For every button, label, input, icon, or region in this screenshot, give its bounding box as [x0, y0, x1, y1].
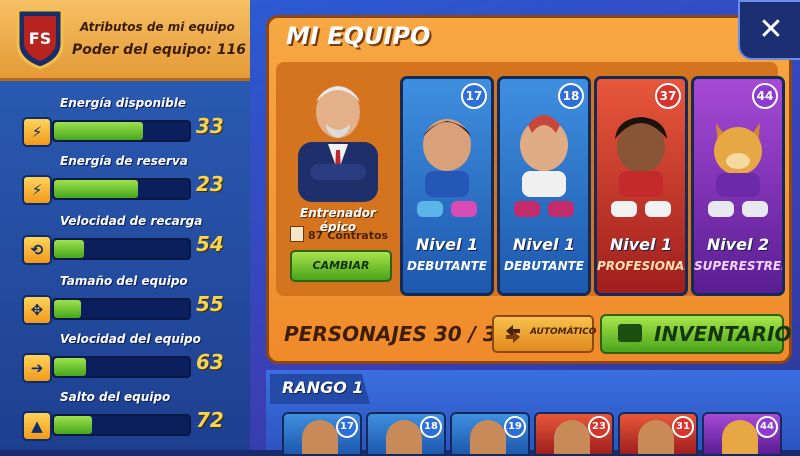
player-power-badge: 17: [461, 83, 487, 109]
attr-value: 54: [196, 232, 224, 256]
character-head: [386, 420, 422, 454]
player-power-badge: 37: [655, 83, 681, 109]
attr-label: Energía de reserva: [60, 154, 188, 168]
character-head: [638, 420, 674, 454]
character-head: [722, 420, 758, 454]
team-size-icon: ✥: [22, 295, 52, 325]
attr-value: 23: [196, 172, 224, 196]
player-power-badge: 18: [558, 83, 584, 109]
player-level: Nivel 2: [706, 235, 770, 254]
attr-bar-fill: [54, 180, 138, 198]
character-power-badge: 17: [336, 416, 358, 438]
page-title: MI EQUIPO: [286, 22, 431, 50]
attr-bar-fill: [54, 358, 87, 376]
rank-character-card[interactable]: 17: [282, 412, 362, 456]
attr-bar: [52, 238, 191, 260]
auto-arrange-button[interactable]: AUTOMÁTICO: [492, 315, 597, 353]
player-card[interactable]: 44 Nivel 2 SUPERESTRELLA: [691, 76, 785, 296]
attr-bar-fill: [54, 122, 144, 140]
attr-label: Tamaño del equipo: [60, 274, 188, 288]
attr-label: Velocidad del equipo: [60, 332, 201, 346]
player-avatar: [708, 123, 768, 217]
attr-bar: [52, 178, 191, 200]
attr-bar: [52, 298, 191, 320]
character-power-badge: 18: [420, 416, 442, 438]
svg-text:FS: FS: [29, 29, 51, 48]
close-icon: ✕: [758, 12, 784, 47]
swap-arrows-icon: [506, 325, 520, 343]
rank-character-card[interactable]: 18: [366, 412, 446, 456]
attr-reserve-energy: Energía de reserva ⚡ 23: [0, 148, 250, 206]
inventory-label: INVENTARIO: [654, 322, 792, 346]
contract-icon: [290, 226, 304, 242]
auto-arrange-label: AUTOMÁTICO: [530, 327, 597, 337]
recharge-icon: ⟲: [22, 235, 52, 265]
player-avatar: [611, 117, 671, 217]
player-level: Nivel 1: [609, 235, 673, 254]
character-power-badge: 19: [504, 416, 526, 438]
attr-label: Energía disponible: [60, 96, 186, 110]
player-rarity: DEBUTANTE: [503, 259, 584, 273]
rank-character-card[interactable]: 44: [702, 412, 782, 456]
player-level: Nivel 1: [415, 235, 479, 254]
character-power-badge: 23: [588, 416, 610, 438]
inventory-button[interactable]: INVENTARIO: [600, 314, 791, 354]
player-rarity: PROFESIONAL: [597, 259, 688, 273]
character-head: [554, 420, 590, 454]
player-rarity: DEBUTANTE: [406, 259, 487, 273]
bolt-icon: ⚡: [22, 175, 52, 205]
attr-bar-fill: [54, 240, 84, 258]
team-shield-emblem: FS: [16, 8, 64, 70]
speed-icon: ➔: [22, 353, 52, 383]
attr-label: Salto del equipo: [60, 390, 171, 404]
coach-contracts: 87 Contratos: [290, 226, 400, 242]
team-attributes-title: Atributos de mi equipo: [80, 20, 235, 34]
character-head: [302, 420, 338, 454]
rank-label: RANGO 1: [282, 378, 364, 397]
attr-value: 72: [196, 408, 224, 432]
close-button[interactable]: ✕: [738, 0, 800, 60]
player-avatar: [417, 119, 477, 217]
attr-value: 63: [196, 350, 224, 374]
attr-bar: [52, 356, 191, 378]
attr-team-jump: Salto del equipo ▲ 72: [0, 384, 250, 442]
attr-bar-fill: [54, 300, 81, 318]
attr-team-speed: Velocidad del equipo ➔ 63: [0, 326, 250, 384]
change-coach-button[interactable]: CAMBIAR: [290, 250, 392, 282]
player-card[interactable]: 18 Nivel 1 DEBUTANTE: [497, 76, 591, 296]
player-card[interactable]: 17 Nivel 1 DEBUTANTE: [400, 76, 494, 296]
player-level: Nivel 1: [512, 235, 576, 254]
player-card[interactable]: 37 Nivel 1 PROFESIONAL: [594, 76, 688, 296]
attr-bar: [52, 120, 191, 142]
briefcase-icon: [618, 324, 642, 342]
attr-bar: [52, 414, 191, 436]
rank-character-card[interactable]: 31: [618, 412, 698, 456]
bolt-icon: ⚡: [22, 117, 52, 147]
coach-contracts-label: 87 Contratos: [308, 229, 389, 242]
attr-value: 55: [196, 292, 224, 316]
attr-bar-fill: [54, 416, 92, 434]
character-power-badge: 31: [672, 416, 694, 438]
jump-icon: ▲: [22, 411, 52, 441]
player-power-badge: 44: [752, 83, 778, 109]
character-power-badge: 44: [756, 416, 778, 438]
rank-character-card[interactable]: 23: [534, 412, 614, 456]
attr-value: 33: [196, 114, 224, 138]
coach-portrait[interactable]: [290, 72, 386, 202]
player-rarity: SUPERESTRELLA: [694, 259, 782, 273]
player-avatar: [514, 115, 574, 217]
attr-recharge-speed: Velocidad de recarga ⟲ 54: [0, 208, 250, 266]
attr-label: Velocidad de recarga: [60, 214, 203, 228]
character-count: PERSONAJES 30 / 30: [284, 322, 511, 346]
team-power-label: Poder del equipo: 116: [72, 42, 246, 58]
rank-character-card[interactable]: 19: [450, 412, 530, 456]
attr-available-energy: Energía disponible ⚡ 33: [0, 90, 250, 148]
attr-team-size: Tamaño del equipo ✥ 55: [0, 268, 250, 326]
character-head: [470, 420, 506, 454]
